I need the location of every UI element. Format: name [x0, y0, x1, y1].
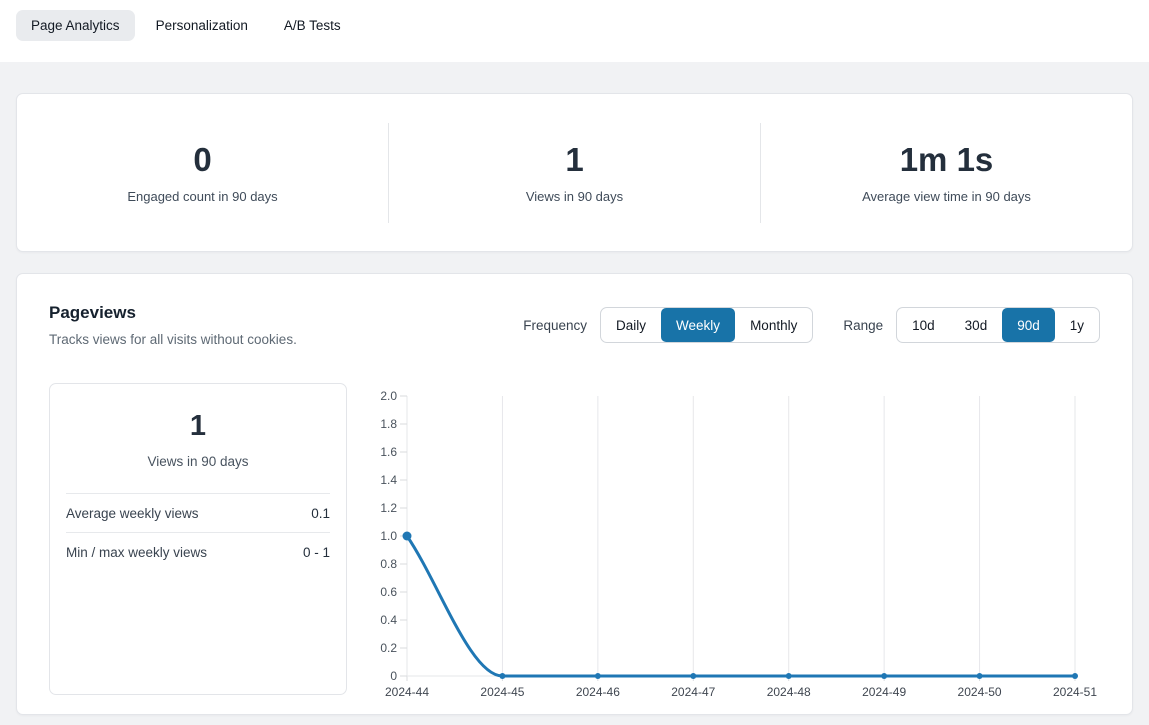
stat-avg-time-value: 1m 1s [761, 141, 1132, 179]
summary-stats-card: 0 Engaged count in 90 days 1 Views in 90… [16, 93, 1133, 252]
views-summary-box: 1 Views in 90 days Average weekly views … [49, 383, 347, 695]
svg-text:0.8: 0.8 [380, 557, 397, 571]
svg-text:1.2: 1.2 [380, 501, 397, 515]
views-summary-label: Views in 90 days [66, 454, 330, 469]
min-max-weekly-views-row: Min / max weekly views 0 - 1 [66, 532, 330, 571]
svg-text:2024-47: 2024-47 [671, 685, 715, 699]
pageviews-subtitle: Tracks views for all visits without cook… [49, 332, 297, 347]
frequency-control: Frequency Daily Weekly Monthly [523, 307, 813, 343]
svg-text:2.0: 2.0 [380, 389, 397, 403]
average-weekly-views-row: Average weekly views 0.1 [66, 493, 330, 532]
chart-controls: Frequency Daily Weekly Monthly Range 10d… [523, 307, 1100, 343]
svg-text:1.0: 1.0 [380, 529, 397, 543]
range-option-10d[interactable]: 10d [897, 308, 950, 342]
range-option-1y[interactable]: 1y [1055, 308, 1099, 342]
stat-views-label: Views in 90 days [389, 189, 760, 204]
stat-views-value: 1 [389, 141, 760, 179]
pageviews-body: 1 Views in 90 days Average weekly views … [49, 383, 1100, 706]
tab-page-analytics[interactable]: Page Analytics [16, 10, 135, 41]
pageviews-header: Pageviews Tracks views for all visits wi… [49, 303, 1100, 347]
frequency-label: Frequency [523, 318, 587, 333]
views-summary-rows: Average weekly views 0.1 Min / max weekl… [66, 493, 330, 571]
svg-text:0.6: 0.6 [380, 585, 397, 599]
range-control: Range 10d 30d 90d 1y [843, 307, 1100, 343]
frequency-option-weekly[interactable]: Weekly [661, 308, 735, 342]
tab-bar: Page Analytics Personalization A/B Tests [0, 0, 1149, 62]
svg-text:1.6: 1.6 [380, 445, 397, 459]
stat-engaged-label: Engaged count in 90 days [17, 189, 388, 204]
svg-text:1.4: 1.4 [380, 473, 397, 487]
min-max-weekly-views-label: Min / max weekly views [66, 545, 207, 560]
pageviews-card: Pageviews Tracks views for all visits wi… [16, 273, 1133, 715]
range-label: Range [843, 318, 883, 333]
frequency-option-monthly[interactable]: Monthly [735, 308, 812, 342]
frequency-segmented-control: Daily Weekly Monthly [600, 307, 813, 343]
svg-text:2024-44: 2024-44 [385, 685, 429, 699]
average-weekly-views-label: Average weekly views [66, 506, 199, 521]
analytics-main: 0 Engaged count in 90 days 1 Views in 90… [0, 62, 1149, 715]
svg-text:2024-45: 2024-45 [480, 685, 524, 699]
svg-text:1.8: 1.8 [380, 417, 397, 431]
svg-text:0: 0 [390, 669, 397, 683]
svg-text:2024-51: 2024-51 [1053, 685, 1097, 699]
svg-text:2024-48: 2024-48 [767, 685, 811, 699]
views-summary-value: 1 [66, 410, 330, 443]
stat-views: 1 Views in 90 days [389, 141, 760, 205]
svg-text:2024-49: 2024-49 [862, 685, 906, 699]
stat-avg-time-label: Average view time in 90 days [761, 189, 1132, 204]
svg-text:0.4: 0.4 [380, 613, 397, 627]
stat-engaged-count: 0 Engaged count in 90 days [17, 141, 388, 205]
pageviews-title: Pageviews [49, 303, 297, 323]
svg-text:2024-46: 2024-46 [576, 685, 620, 699]
frequency-option-daily[interactable]: Daily [601, 308, 661, 342]
range-option-30d[interactable]: 30d [950, 308, 1003, 342]
line-chart-svg: 2024-44 2024-45 2024-46 2024-47 2024-48 2024-… [369, 383, 1101, 701]
svg-text:2024-50: 2024-50 [958, 685, 1002, 699]
stat-avg-view-time: 1m 1s Average view time in 90 days [761, 141, 1132, 205]
min-max-weekly-views-value: 0 - 1 [303, 545, 330, 560]
pageviews-line-chart: 2024-44 2024-45 2024-46 2024-47 2024-48 2024-… [369, 383, 1100, 706]
range-option-90d[interactable]: 90d [1002, 308, 1055, 342]
tab-personalization[interactable]: Personalization [141, 10, 263, 41]
tab-ab-tests[interactable]: A/B Tests [269, 10, 356, 41]
pageviews-titles: Pageviews Tracks views for all visits wi… [49, 303, 297, 347]
svg-text:0.2: 0.2 [380, 641, 397, 655]
average-weekly-views-value: 0.1 [311, 506, 330, 521]
stat-engaged-value: 0 [17, 141, 388, 179]
range-segmented-control: 10d 30d 90d 1y [896, 307, 1100, 343]
